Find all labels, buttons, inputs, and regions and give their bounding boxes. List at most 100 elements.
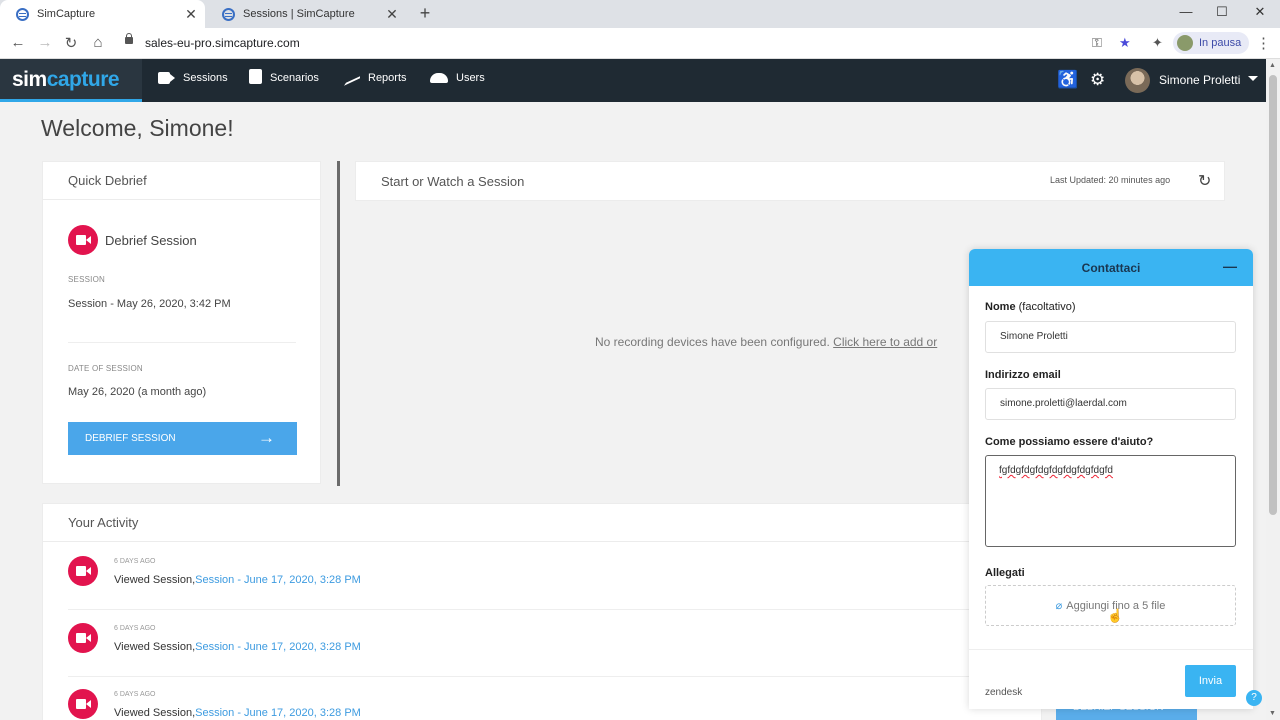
chevron-down-icon[interactable] xyxy=(1248,76,1258,81)
activity-action: Viewed Session, xyxy=(114,574,196,586)
accessibility-icon[interactable]: ♿ xyxy=(1057,70,1078,90)
empty-state: No recording devices have been configure… xyxy=(595,335,937,349)
help-label: Come possiamo essere d'aiuto? xyxy=(985,436,1154,448)
card-header: Your Activity xyxy=(43,504,1041,542)
activity-time: 6 DAYS AGO xyxy=(114,691,156,698)
bookmark-star-icon[interactable]: ★ xyxy=(1119,35,1131,51)
window-close-icon[interactable]: ✕ xyxy=(1250,4,1270,20)
tab-title: SimCapture xyxy=(37,8,96,20)
scrollbar-thumb[interactable] xyxy=(1269,75,1277,515)
record-icon xyxy=(68,225,98,255)
activity-action: Viewed Session, xyxy=(114,707,196,719)
avatar[interactable] xyxy=(1125,68,1150,93)
zendesk-logo[interactable]: zendesk xyxy=(985,687,1022,698)
simcapture-logo[interactable]: simcapture xyxy=(0,59,142,102)
browser-tab-sessions[interactable]: Sessions | SimCapture ✕ xyxy=(206,0,406,28)
browser-tab-simcapture[interactable]: SimCapture ✕ xyxy=(0,0,205,28)
nav-label: Scenarios xyxy=(270,72,319,84)
send-button[interactable]: Invia xyxy=(1185,665,1236,697)
browser-tab-bar: SimCapture ✕ Sessions | SimCapture ✕ + —… xyxy=(0,0,1280,28)
date-label: DATE OF SESSION xyxy=(68,364,143,373)
add-device-link[interactable]: Click here to add or xyxy=(833,335,937,349)
globe-icon xyxy=(16,7,29,21)
page-scrollbar[interactable]: ▲ ▼ xyxy=(1266,59,1280,720)
divider xyxy=(68,609,1018,610)
lock-icon xyxy=(125,33,133,44)
optional-tag: (facoltativo) xyxy=(1018,301,1076,313)
minimize-icon[interactable]: — xyxy=(1176,4,1196,19)
close-icon[interactable]: ✕ xyxy=(384,6,400,23)
session-link[interactable]: Session - June 17, 2020, 3:28 PM xyxy=(195,574,361,586)
gear-icon[interactable]: ⚙ xyxy=(1090,70,1105,90)
trending-up-icon xyxy=(344,70,360,86)
widget-footer: zendesk Invia xyxy=(969,649,1253,709)
extensions-icon[interactable]: ✦ xyxy=(1152,35,1163,51)
email-field[interactable]: simone.proletti@laerdal.com xyxy=(985,388,1236,420)
session-label: SESSION xyxy=(68,275,105,284)
browser-menu-icon[interactable]: ⋮ xyxy=(1256,34,1271,52)
url-field[interactable]: sales-eu-pro.simcapture.com xyxy=(145,36,300,50)
tab-title: Sessions | SimCapture xyxy=(243,8,355,20)
scroll-up-icon[interactable]: ▲ xyxy=(1269,62,1276,69)
new-tab-icon[interactable]: + xyxy=(414,3,436,24)
nav-label: Sessions xyxy=(183,72,228,84)
minimize-icon[interactable]: — xyxy=(1223,258,1237,274)
session-link[interactable]: Session - June 17, 2020, 3:28 PM xyxy=(195,707,361,719)
maximize-icon[interactable]: ☐ xyxy=(1212,4,1232,20)
nav-users[interactable]: Users xyxy=(430,72,485,84)
list-item: 6 DAYS AGO Viewed Session,Session - June… xyxy=(43,677,1041,720)
empty-text: No recording devices have been configure… xyxy=(595,335,830,349)
app-navbar: simcapture Sessions Scenarios Reports Us… xyxy=(0,59,1280,102)
widget-header: Contattaci — xyxy=(969,249,1253,286)
nav-scenarios[interactable]: Scenarios xyxy=(249,69,319,84)
home-icon[interactable]: ⌂ xyxy=(89,34,107,51)
activity-text: Viewed Session,Session - June 17, 2020, … xyxy=(114,707,361,719)
debrief-title: Debrief Session xyxy=(105,233,197,248)
message-textarea[interactable]: fgfdgfdgfdgfdgfdgfdgfdgfd xyxy=(985,455,1236,547)
name-field[interactable]: Simone Proletti xyxy=(985,321,1236,353)
globe-icon xyxy=(222,7,235,21)
card-header: Quick Debrief xyxy=(43,162,320,200)
name-label: Nome (facoltativo) xyxy=(985,301,1075,313)
activity-time: 6 DAYS AGO xyxy=(114,625,156,632)
hand-cursor-icon: ☝ xyxy=(1107,608,1124,623)
back-icon[interactable]: ← xyxy=(9,34,27,51)
name-label-text: Nome xyxy=(985,301,1016,313)
date-value: May 26, 2020 (a month ago) xyxy=(68,386,207,398)
attachments-label: Allegati xyxy=(985,567,1025,579)
forward-icon[interactable]: → xyxy=(36,34,54,51)
activity-text: Viewed Session,Session - June 17, 2020, … xyxy=(114,641,361,653)
nav-label: Users xyxy=(456,72,485,84)
key-icon[interactable]: ⚿ xyxy=(1092,35,1102,51)
arrow-right-icon: → xyxy=(258,428,275,447)
paperclip-icon: ⌀ xyxy=(1055,600,1063,612)
divider xyxy=(68,342,296,343)
logo-text-sim: sim xyxy=(12,68,47,91)
page-title: Welcome, Simone! xyxy=(41,115,234,141)
users-icon xyxy=(430,73,448,83)
debrief-session-button[interactable]: DEBRIEF SESSION → xyxy=(68,422,297,455)
start-watch-card: Start or Watch a Session Last Updated: 2… xyxy=(355,161,1225,201)
help-icon[interactable]: ? xyxy=(1246,690,1262,706)
widget-title: Contattaci xyxy=(1081,261,1141,275)
list-item: 6 DAYS AGO Viewed Session,Session - June… xyxy=(43,544,1041,610)
contact-widget: Contattaci — Nome (facoltativo) Simone P… xyxy=(969,249,1253,709)
quick-debrief-card: Quick Debrief Debrief Session SESSION Se… xyxy=(42,161,321,484)
nav-sessions[interactable]: Sessions xyxy=(158,72,228,84)
last-updated: Last Updated: 20 minutes ago xyxy=(1050,175,1171,185)
session-link[interactable]: Session - June 17, 2020, 3:28 PM xyxy=(195,641,361,653)
activity-text: Viewed Session,Session - June 17, 2020, … xyxy=(114,574,361,586)
logo-text-capture: capture xyxy=(46,68,120,91)
profile-button[interactable]: In pausa xyxy=(1173,32,1250,54)
close-icon[interactable]: ✕ xyxy=(183,6,199,23)
user-name[interactable]: Simone Proletti xyxy=(1159,73,1240,87)
nav-reports[interactable]: Reports xyxy=(344,70,407,86)
message-text: fgfdgfdgfdgfdgfdgfdgfdgfd xyxy=(999,465,1113,476)
scroll-down-icon[interactable]: ▼ xyxy=(1269,710,1276,717)
reload-icon[interactable]: ↻ xyxy=(62,34,80,52)
refresh-icon[interactable]: ↻ xyxy=(1198,171,1211,191)
record-icon xyxy=(68,556,98,586)
activity-card: Your Activity 6 DAYS AGO Viewed Session,… xyxy=(42,503,1042,720)
address-bar: ← → ↻ ⌂ sales-eu-pro.simcapture.com ⚿ ★ … xyxy=(0,28,1280,59)
clipboard-icon xyxy=(249,69,262,84)
